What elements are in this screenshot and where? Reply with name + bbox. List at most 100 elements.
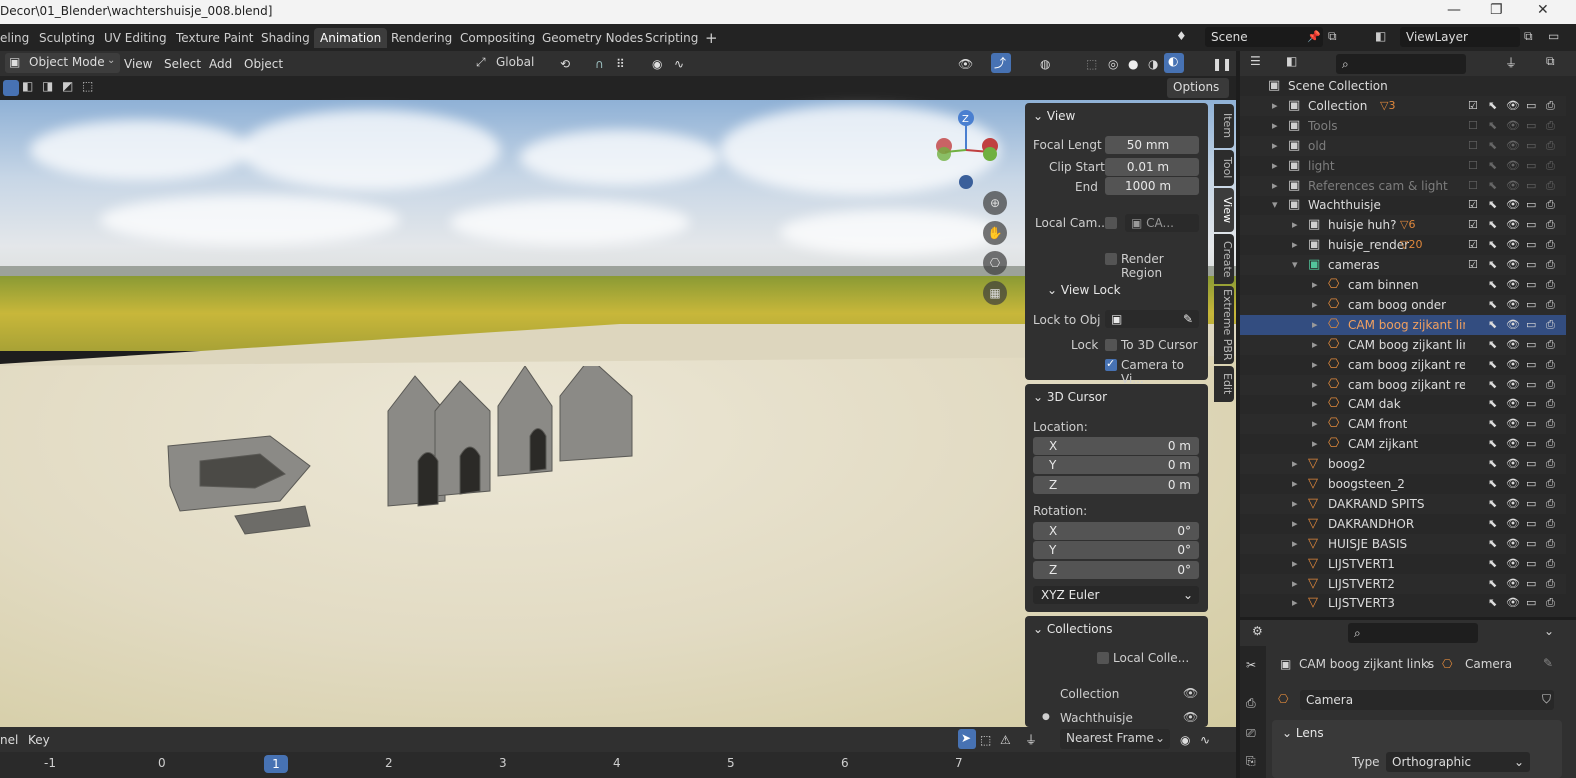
xray-icon[interactable]: ⬚ [1086,54,1097,74]
tab-compositing[interactable]: Compositing [454,28,541,48]
render-disable-icon[interactable]: ⎙ [1546,397,1555,411]
selectable-icon[interactable]: ⬉ [1488,477,1497,490]
cursor-location-y[interactable]: Y0 m [1033,456,1199,474]
collection-item[interactable]: Collection [1060,687,1119,701]
visibility-icon[interactable]: 👁 [958,54,973,74]
side-tab-view[interactable]: View [1214,188,1234,232]
local-camera-field[interactable]: ▣ CA... [1125,214,1199,232]
tab-scripting[interactable]: Scripting [639,28,704,48]
selectable-icon[interactable]: ⬉ [1488,457,1497,470]
render-disable-icon[interactable]: ⎙ [1546,238,1555,252]
eyedropper-icon[interactable]: ✎ [1183,310,1193,328]
selectable-icon[interactable]: ⬉ [1488,437,1497,450]
camera-data-field[interactable]: Camera [1300,690,1554,710]
eye-icon[interactable]: 👁 [1506,119,1520,132]
outliner-row[interactable]: ▸ ▽ LIJSTVERT1 ⬉ 👁 ▭ ⎙ [1240,554,1566,574]
viewport-disable-icon[interactable]: ▭ [1526,179,1536,192]
selectable-icon[interactable]: ⬉ [1488,238,1497,251]
lens-title[interactable]: ⌄ Lens [1282,726,1324,740]
outliner-row[interactable]: ▸ ⎔ CAM boog zijkant links ⬉ 👁 ▭ ⎙ [1240,314,1566,335]
exclude-checkbox[interactable]: ☑ [1468,258,1478,271]
filter-icon[interactable]: ⏚ [1505,54,1517,71]
menu-view[interactable]: View [124,54,152,74]
wireframe-shading-icon[interactable]: ◎ [1108,54,1118,74]
viewport-disable-icon[interactable]: ▭ [1526,159,1536,172]
selectable-icon[interactable]: ⬉ [1488,517,1497,530]
eye-icon[interactable]: 👁 [1506,397,1520,410]
expand-arrow-icon[interactable]: ▸ [1292,457,1298,470]
outliner-search-input[interactable]: ⌕ [1336,54,1466,74]
expand-arrow-icon[interactable]: ▸ [1292,596,1298,609]
camera-view-icon[interactable]: ⎔ [983,251,1007,275]
exclude-checkbox[interactable]: ☑ [1468,218,1478,231]
view-lock-header[interactable]: ⌄ View Lock [1047,283,1121,297]
exclude-checkbox[interactable]: ☐ [1468,139,1478,152]
collections-title[interactable]: ⌄ Collections [1033,622,1112,636]
output-tab-icon[interactable]: ⎚ [1246,726,1256,741]
cursor-location-x[interactable]: X0 m [1033,437,1199,455]
selectable-icon[interactable]: ⬉ [1488,397,1497,410]
add-workspace-button[interactable]: + [699,28,724,48]
select-new-icon[interactable] [3,80,19,96]
falloff-icon[interactable]: ∿ [1200,730,1210,750]
viewport-disable-icon[interactable]: ▭ [1526,397,1536,410]
expand-arrow-icon[interactable]: ▸ [1272,99,1278,112]
side-tab-extreme-pbr[interactable]: Extreme PBR [1214,286,1234,364]
remove-view-layer-icon[interactable]: ▭ [1548,29,1559,43]
outliner-row[interactable]: ▸ ▽ LIJSTVERT2 ⬉ 👁 ▭ ⎙ [1240,573,1566,594]
render-region-checkbox[interactable] [1105,253,1117,265]
eye-icon[interactable]: 👁 [1506,596,1520,609]
eye-icon[interactable]: 👁 [1506,477,1520,490]
gizmo-toggle[interactable]: ⤴ [991,53,1011,73]
snap-mode-dropdown[interactable]: Nearest Frame ⌄ [1060,729,1170,749]
filter-icon[interactable]: ⏚ [1025,730,1037,750]
viewport-disable-icon[interactable]: ▭ [1526,497,1536,510]
new-scene-icon[interactable]: ⧉ [1328,29,1337,44]
render-disable-icon[interactable]: ⎙ [1546,577,1555,591]
viewport-disable-icon[interactable]: ▭ [1526,338,1536,351]
viewport-disable-icon[interactable]: ▭ [1526,298,1536,311]
selectable-icon[interactable]: ⬉ [1488,159,1497,172]
select-tool-button[interactable]: ➤ [958,729,976,749]
viewport-disable-icon[interactable]: ▭ [1526,99,1536,112]
select-invert-icon[interactable]: ◩ [62,79,73,93]
proportional-edit-icon[interactable]: ◉ [652,54,662,74]
select-extend-icon[interactable]: ◧ [22,79,33,93]
expand-arrow-icon[interactable]: ▸ [1292,537,1298,550]
selectable-icon[interactable]: ⬉ [1488,179,1497,192]
tab-rendering[interactable]: Rendering [385,28,458,48]
solid-shading-icon[interactable]: ● [1128,54,1138,74]
viewport-disable-icon[interactable]: ▭ [1526,517,1536,530]
outliner-row[interactable]: ▾ ▣ cameras ☑ ⬉ 👁 ▭ ⎙ [1240,255,1566,276]
viewport-disable-icon[interactable]: ▭ [1526,537,1536,550]
exclude-checkbox[interactable]: ☑ [1468,99,1478,112]
viewport-disable-icon[interactable]: ▭ [1526,358,1536,371]
tab-animation[interactable]: Animation [314,28,388,48]
outliner-row[interactable]: ▸ ⎔ CAM front ⬉ 👁 ▭ ⎙ [1240,414,1566,435]
new-collection-icon[interactable]: ⧉ [1546,54,1555,69]
render-disable-icon[interactable]: ⎙ [1546,437,1555,451]
expand-arrow-icon[interactable]: ▸ [1312,358,1318,371]
lens-type-dropdown[interactable]: Orthographic ⌄ [1386,752,1530,772]
eye-icon[interactable]: 👁 [1506,457,1520,470]
viewport-disable-icon[interactable]: ▭ [1526,596,1536,609]
tab-modeling[interactable]: eling [0,28,35,48]
object-mode-dropdown[interactable]: ▣ Object Mode ⌄ [5,53,120,73]
selectable-icon[interactable]: ⬉ [1488,378,1497,391]
lock-object-field[interactable]: ▣ ✎ [1105,310,1199,328]
outliner-row[interactable]: ▸ ▣ light ☐ ⬉ 👁 ▭ ⎙ [1240,156,1566,176]
expand-arrow-icon[interactable]: ▸ [1312,378,1318,391]
viewport-disable-icon[interactable]: ▭ [1526,437,1536,450]
expand-arrow-icon[interactable]: ▸ [1312,437,1318,450]
eye-icon[interactable]: 👁 [1506,358,1520,371]
outliner-row[interactable]: ▸ ⎔ CAM dak ⬉ 👁 ▭ ⎙ [1240,394,1566,414]
render-disable-icon[interactable]: ⎙ [1546,457,1555,471]
side-tab-tool[interactable]: Tool [1214,150,1234,186]
viewport-disable-icon[interactable]: ▭ [1526,457,1536,470]
render-disable-icon[interactable]: ⎙ [1546,298,1555,312]
outliner-row[interactable]: ▸ ▣ old ☐ ⬉ 👁 ▭ ⎙ [1240,135,1566,156]
render-disable-icon[interactable]: ⎙ [1546,596,1555,610]
pin-icon[interactable]: 📌 [1307,30,1321,43]
eye-icon[interactable]: 👁 [1506,497,1520,510]
maximize-button[interactable]: ❐ [1490,2,1503,18]
